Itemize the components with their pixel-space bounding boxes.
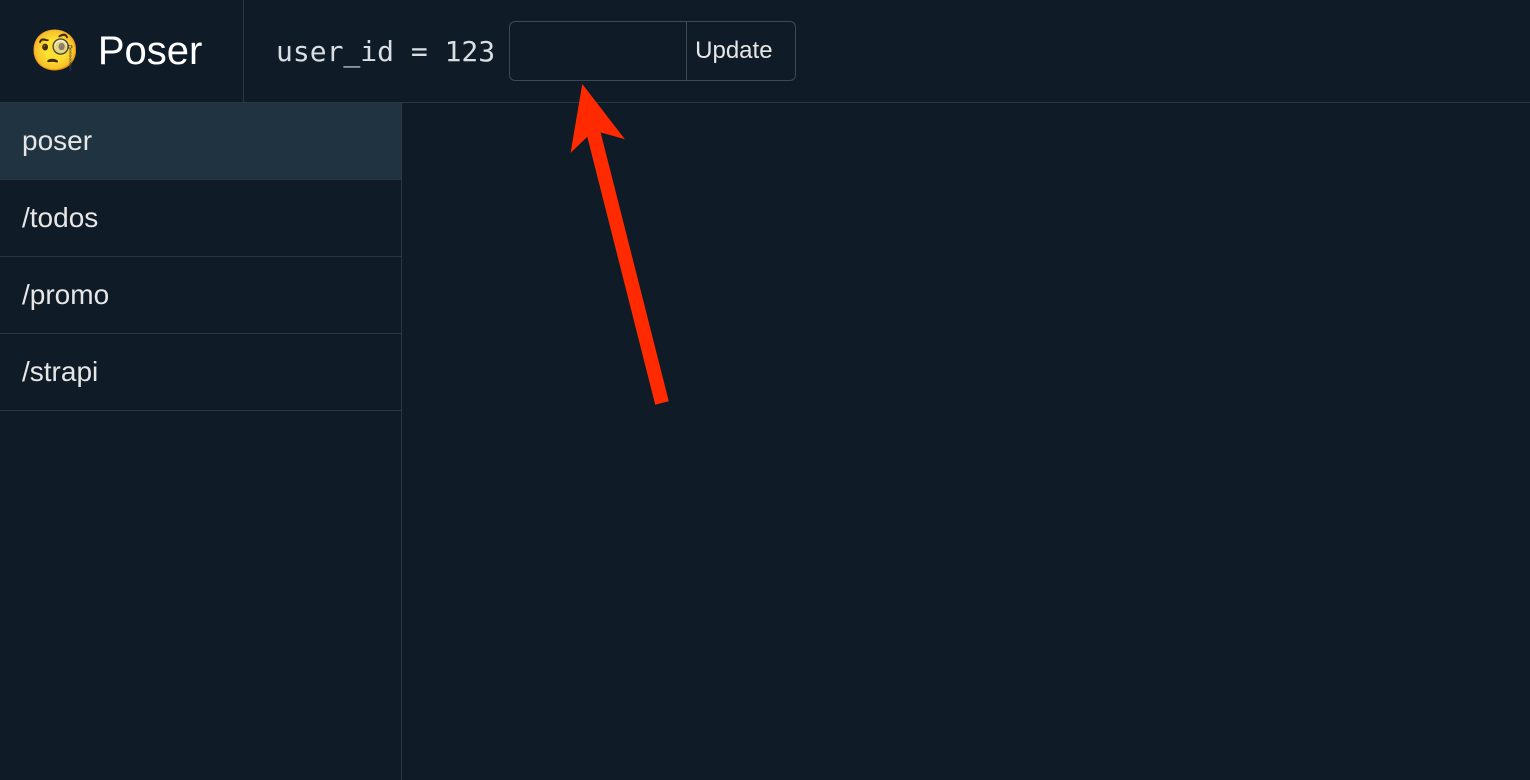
main-content <box>402 103 1530 780</box>
brand: 🧐 Poser <box>0 0 244 102</box>
update-button[interactable]: Update <box>673 21 795 81</box>
body: poser /todos /promo /strapi <box>0 103 1530 780</box>
brand-emoji-icon: 🧐 <box>30 31 80 71</box>
sidebar-item-label: poser <box>22 125 92 157</box>
annotation-arrow-icon <box>532 83 692 423</box>
header: 🧐 Poser user_id = 123 Update <box>0 0 1530 103</box>
user-id-input-group: Update <box>509 21 795 81</box>
app-title: Poser <box>98 29 203 74</box>
user-id-input[interactable] <box>509 21 687 81</box>
user-id-area: user_id = 123 Update <box>244 21 796 81</box>
sidebar-item-strapi[interactable]: /strapi <box>0 334 401 411</box>
sidebar-item-label: /todos <box>22 202 98 234</box>
sidebar: poser /todos /promo /strapi <box>0 103 402 780</box>
user-id-label: user_id = 123 <box>276 35 495 68</box>
sidebar-item-poser[interactable]: poser <box>0 103 401 180</box>
sidebar-item-todos[interactable]: /todos <box>0 180 401 257</box>
sidebar-item-label: /strapi <box>22 356 98 388</box>
sidebar-item-promo[interactable]: /promo <box>0 257 401 334</box>
sidebar-item-label: /promo <box>22 279 109 311</box>
